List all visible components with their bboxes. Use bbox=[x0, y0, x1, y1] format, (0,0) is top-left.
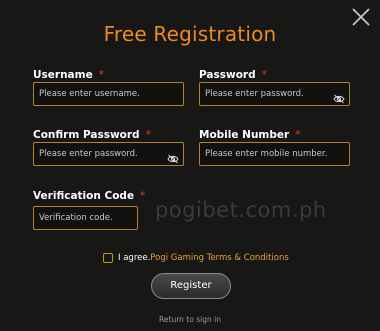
username-input-box bbox=[33, 82, 184, 106]
verification-code-input-box bbox=[33, 206, 138, 230]
username-label: Username * bbox=[33, 69, 104, 81]
username-field-group: Username * bbox=[33, 68, 184, 112]
confirm-password-label: Confirm Password * bbox=[33, 129, 151, 141]
required-mark: * bbox=[295, 129, 301, 141]
required-mark: * bbox=[98, 69, 104, 81]
confirm-password-field-group: Confirm Password * bbox=[33, 128, 184, 172]
registration-dialog: Free Registration Username* Password* bbox=[0, 0, 380, 331]
confirm-password-input[interactable] bbox=[34, 143, 183, 165]
agree-checkbox[interactable] bbox=[103, 253, 113, 263]
terms-agreement: I agree. Pogi Gaming Terms & Conditions bbox=[103, 251, 289, 265]
mobile-number-input[interactable] bbox=[200, 143, 349, 165]
mobile-number-label: Mobile Number * bbox=[199, 129, 301, 141]
register-button[interactable]: Register bbox=[151, 273, 231, 299]
return-to-sign-in-link[interactable]: Return to sign in bbox=[0, 315, 380, 324]
confirm-password-input-box bbox=[33, 142, 184, 166]
mobile-number-field-group: Mobile Number * bbox=[199, 128, 350, 172]
password-input[interactable] bbox=[200, 83, 349, 105]
verification-code-input[interactable] bbox=[34, 207, 137, 229]
required-mark: * bbox=[140, 190, 146, 202]
verification-code-field-group: Verification Code * bbox=[33, 189, 146, 233]
agree-text: I agree. bbox=[118, 253, 151, 263]
site-watermark: pogibet.com.ph bbox=[155, 198, 327, 222]
password-input-box bbox=[199, 82, 350, 106]
eye-slash-icon[interactable] bbox=[167, 149, 179, 164]
username-input[interactable] bbox=[34, 83, 183, 105]
mobile-number-input-box bbox=[199, 142, 350, 166]
dialog-title: Free Registration bbox=[103, 22, 277, 46]
password-label: Password * bbox=[199, 69, 267, 81]
required-mark: * bbox=[261, 69, 267, 81]
eye-slash-icon[interactable] bbox=[333, 89, 345, 104]
password-field-group: Password * bbox=[199, 68, 350, 112]
verification-code-label: Verification Code * bbox=[33, 190, 146, 202]
terms-link[interactable]: Pogi Gaming Terms & Conditions bbox=[150, 253, 288, 263]
required-mark: * bbox=[145, 129, 151, 141]
